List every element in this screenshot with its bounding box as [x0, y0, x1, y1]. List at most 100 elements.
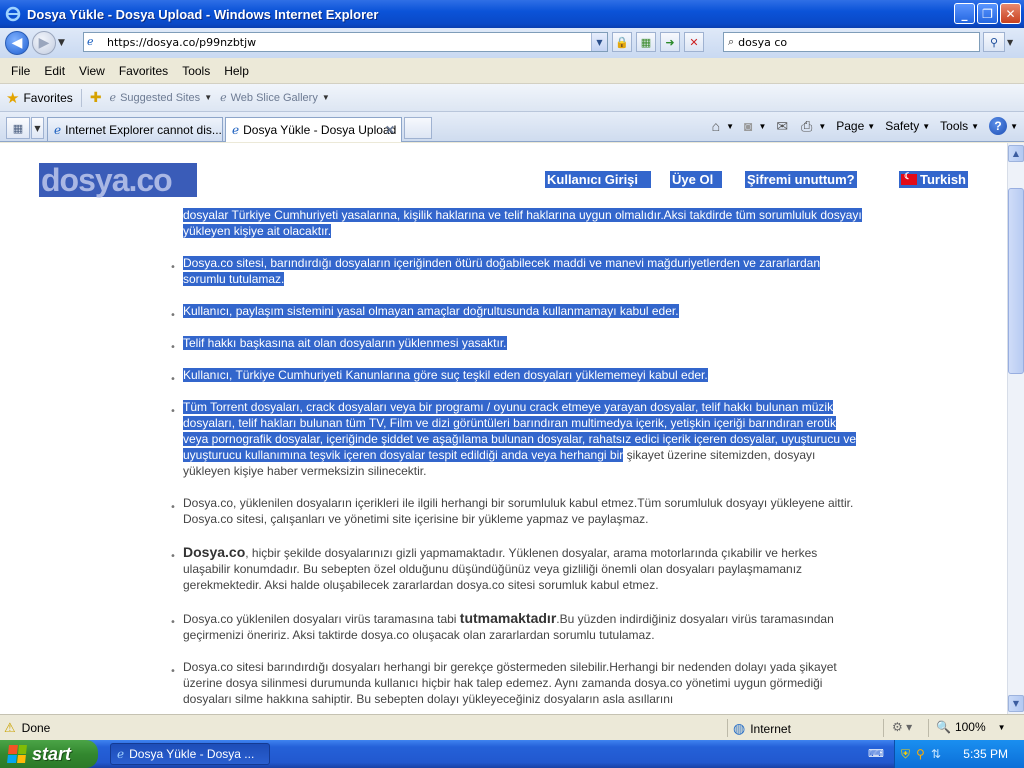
tab-list-chevron-icon[interactable]: ▼	[31, 117, 44, 139]
menu-favorites[interactable]: Favorites	[112, 64, 175, 78]
zoom-control[interactable]: 🔍 100% ▼	[936, 720, 1006, 734]
list-item: Dosya.co sitesi, barındırdığı dosyaların…	[183, 256, 821, 286]
security-shield-icon[interactable]: ⛨	[901, 747, 910, 762]
mail-icon: ✉	[776, 117, 789, 134]
globe-icon: ◍	[733, 720, 746, 736]
list-item: Telif hakkı başkasına ait olan dosyaları…	[183, 336, 507, 350]
network-search-icon[interactable]: ⚲	[916, 747, 925, 761]
search-icon[interactable]: ⚲	[983, 32, 1005, 52]
rss-icon: ◙	[743, 118, 753, 134]
scroll-thumb[interactable]	[1008, 188, 1024, 374]
recent-pages-chevron-icon[interactable]: ▼	[58, 38, 70, 48]
scroll-up-icon[interactable]: ▲	[1008, 145, 1024, 162]
feeds-button[interactable]: ◙ ▼	[744, 118, 766, 134]
vertical-scrollbar[interactable]: ▲ ▼	[1007, 143, 1024, 714]
favorites-label: Favorites	[23, 90, 73, 105]
refresh-go-icon[interactable]: ➜	[660, 32, 680, 52]
menu-edit[interactable]: Edit	[37, 64, 72, 78]
site-logo[interactable]: dosya.co	[39, 163, 197, 197]
safety-menu[interactable]: Safety ▼	[885, 119, 930, 133]
bullet: •	[170, 310, 176, 321]
compatibility-view-icon[interactable]: ▦	[636, 32, 656, 52]
ie-logo-icon: ℯ	[117, 747, 125, 761]
quick-tabs-icon[interactable]: ▦	[6, 117, 30, 139]
bullet: •	[170, 374, 176, 385]
new-tab-button[interactable]	[404, 117, 432, 139]
menu-help[interactable]: Help	[217, 64, 256, 78]
scroll-down-icon[interactable]: ▼	[1008, 695, 1024, 712]
stop-icon[interactable]: ✕	[684, 32, 704, 52]
title-bar: Dosya Yükle - Dosya Upload - Windows Int…	[0, 0, 1024, 28]
language-link[interactable]: Turkish	[899, 171, 968, 188]
address-url[interactable]: https://dosya.co/p99nzbtjw	[107, 36, 256, 49]
search-input[interactable]: ⌕ dosya co	[723, 32, 980, 52]
start-button[interactable]: start	[0, 740, 98, 768]
forward-button[interactable]: ▶	[32, 31, 56, 55]
close-button[interactable]: ✕	[1000, 3, 1021, 24]
suggested-sites-label: Suggested Sites	[120, 91, 201, 104]
list-item: Kullanıcı, Türkiye Cumhuriyeti Kanunları…	[183, 368, 708, 382]
network-icon[interactable]: ⇅	[931, 747, 941, 761]
security-zone[interactable]: ◍ Internet	[733, 720, 791, 737]
taskbar-item-ie[interactable]: ℯ Dosya Yükle - Dosya ...	[110, 743, 270, 765]
page-icon: ℯ	[220, 92, 227, 104]
divider	[727, 719, 728, 737]
minimize-button[interactable]: _	[954, 3, 975, 24]
list-item: Dosya.co, hiçbir şekilde dosyalarınızı g…	[183, 544, 818, 592]
list-item: dosyalar Türkiye Cumhuriyeti yasalarına,…	[183, 208, 862, 238]
help-icon: ?	[989, 117, 1008, 135]
divider	[80, 88, 82, 107]
star-icon: ★	[6, 89, 20, 107]
close-tab-icon[interactable]: ✕	[385, 123, 395, 137]
print-button[interactable]: ⎙ ▼	[801, 118, 826, 135]
restore-button[interactable]: ❐	[977, 3, 998, 24]
address-dropdown-icon[interactable]: ▼	[591, 33, 607, 51]
add-favorite-icon[interactable]: ✚	[90, 90, 102, 106]
lock-icon[interactable]: 🔒	[612, 32, 632, 52]
forgot-password-link[interactable]: Şifremi unuttum?	[745, 171, 857, 188]
ie-logo-icon	[5, 6, 21, 22]
chevron-down-icon: ▼	[321, 93, 330, 102]
window-title: Dosya Yükle - Dosya Upload - Windows Int…	[27, 6, 379, 22]
tab-dosya[interactable]: ℯ Dosya Yükle - Dosya Upload ✕	[225, 117, 402, 142]
page-content: dosya.co Kullanıcı Girişi Üye Ol Şifremi…	[0, 143, 1007, 714]
ie-page-icon: ℯ	[54, 122, 62, 137]
tab-label: Internet Explorer cannot dis...	[65, 122, 222, 137]
ie-page-icon: ℯ	[232, 123, 240, 137]
suggested-sites-link[interactable]: ℯ Suggested Sites ▼	[110, 91, 213, 105]
home-button[interactable]: ⌂ ▼	[712, 118, 734, 134]
list-item: Tüm Torrent dosyaları, crack dosyaları v…	[183, 400, 857, 478]
read-mail-button[interactable]: ✉	[776, 118, 791, 135]
protected-mode-icon[interactable]: ⚙ ▾	[892, 720, 912, 734]
page-menu[interactable]: Page ▼	[836, 119, 875, 133]
command-bar: ⌂ ▼ ◙ ▼ ✉ ⎙ ▼ Page ▼ Safety ▼ Tools ▼ ? ▼	[712, 117, 1018, 135]
list-item: Dosya.co, yüklenilen dosyaların içerikle…	[183, 496, 854, 526]
tab-ie-error[interactable]: ℯ Internet Explorer cannot dis...	[47, 117, 223, 141]
zoom-icon: 🔍	[936, 720, 951, 734]
back-button[interactable]: ◀	[5, 31, 29, 55]
menu-file[interactable]: File	[4, 64, 37, 78]
keyboard-icon[interactable]: ⌨	[868, 747, 884, 761]
menu-view[interactable]: View	[72, 64, 112, 78]
bullet: •	[170, 551, 176, 562]
bullet: •	[170, 342, 176, 353]
help-button[interactable]: ? ▼	[989, 117, 1018, 135]
divider	[928, 719, 929, 737]
bullet: •	[170, 262, 176, 273]
web-slice-gallery-link[interactable]: ℯ Web Slice Gallery ▼	[220, 91, 330, 105]
list-item: Kullanıcı, paylaşım sistemini yasal olma…	[183, 304, 679, 318]
status-text: Done	[21, 720, 51, 735]
search-value[interactable]: dosya co	[738, 36, 787, 49]
turkey-flag-icon	[901, 171, 917, 185]
favorites-button[interactable]: ★ Favorites	[6, 89, 73, 107]
divider	[883, 719, 884, 737]
bullet: •	[170, 617, 176, 628]
search-options-chevron-icon[interactable]: ▼	[1007, 38, 1013, 47]
login-link[interactable]: Kullanıcı Girişi	[545, 171, 651, 188]
home-icon: ⌂	[711, 118, 721, 134]
register-link[interactable]: Üye Ol	[670, 171, 723, 188]
menu-tools[interactable]: Tools	[175, 64, 217, 78]
web-slice-gallery-label: Web Slice Gallery	[230, 91, 318, 104]
tools-menu[interactable]: Tools ▼	[940, 119, 979, 133]
address-bar[interactable]: ℯ https://dosya.co/p99nzbtjw ▼	[83, 32, 608, 52]
